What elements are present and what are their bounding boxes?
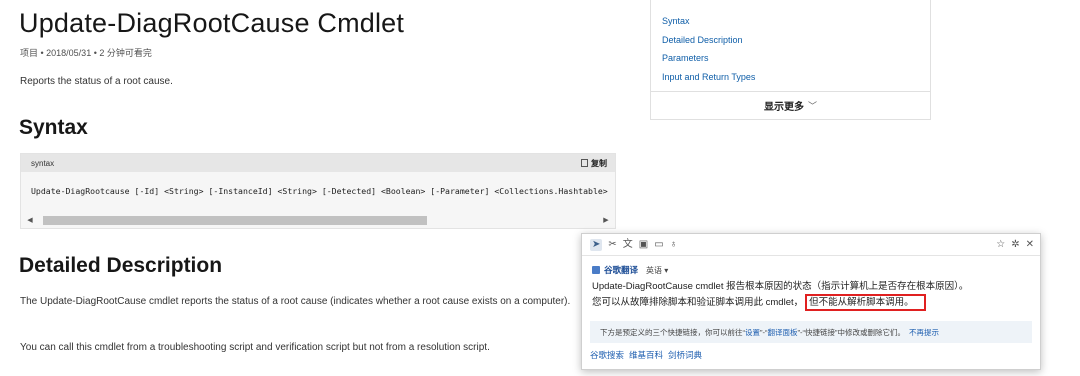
chevron-down-icon: ﹀ — [807, 101, 817, 111]
scroll-track[interactable] — [37, 215, 599, 225]
show-more-label: 显示更多 — [763, 102, 804, 113]
notice-text-1: 下方是预定义的三个快捷链接，你可以前往“ — [600, 327, 745, 337]
toc-item-detailed-description[interactable]: Detailed Description — [662, 31, 930, 50]
scroll-left-icon[interactable]: ◀ — [25, 216, 35, 224]
notice-panel-link[interactable]: 翻译面板 — [768, 327, 798, 338]
quick-link-cambridge-dictionary[interactable]: 剑桥词典 — [668, 349, 702, 361]
syntax-heading: Syntax — [19, 116, 88, 139]
notice-settings-link[interactable]: 设置 — [745, 327, 760, 338]
article-summary: Reports the status of a root cause. — [20, 76, 173, 87]
source-language-select[interactable]: 英语 ▾ — [646, 265, 668, 276]
screen-icon[interactable]: ▣ — [639, 239, 648, 250]
provider-row: 谷歌翻译 英语 ▾ — [592, 264, 1030, 276]
notice-text-2: ”-“ — [760, 327, 768, 337]
popup-toolbar: ➤ ✂ 文 ▣ ▭ ♁ ☆ ✲ ✕ — [582, 234, 1040, 256]
translation-area: 谷歌翻译 英语 ▾ Update-DiagRootCause cmdlet 报告… — [582, 256, 1040, 311]
shortcut-notice: 下方是预定义的三个快捷链接，你可以前往“ 设置 ”-“ 翻译面板 ”-“快捷链接… — [590, 321, 1032, 343]
translation-text: Update-DiagRootCause cmdlet 报告根本原因的状态（指示… — [592, 280, 1030, 311]
notice-text-3: ”-“快捷链接”中修改或删除它们。 — [797, 327, 906, 337]
scroll-right-icon[interactable]: ▶ — [601, 216, 611, 224]
page-title: Update-DiagRootCause Cmdlet — [19, 8, 405, 38]
highlighted-translation: 但不能从解析脚本调用。 — [805, 294, 926, 311]
toc-item-parameters[interactable]: Parameters — [662, 49, 930, 68]
translation-line-2: 您可以从故障排除脚本和验证脚本调用此 cmdlet， 但不能从解析脚本调用。 — [592, 294, 1030, 311]
scroll-thumb[interactable] — [43, 215, 427, 225]
star-icon[interactable]: ☆ — [996, 239, 1005, 250]
code-header: syntax 复制 — [21, 154, 615, 172]
gear-icon[interactable]: ✲ — [1011, 239, 1019, 250]
code-scrollbar[interactable]: ◀ ▶ — [21, 212, 615, 228]
article-meta: 项目 • 2018/05/31 • 2 分钟可看完 — [20, 48, 152, 58]
description-paragraph-1: The Update-DiagRootCause cmdlet reports … — [20, 296, 571, 307]
quick-links: 谷歌搜索 维基百科 剑桥词典 — [582, 343, 1040, 361]
translation-line-2-prefix: 您可以从故障排除脚本和验证脚本调用此 cmdlet， — [592, 297, 804, 308]
description-paragraph-2: You can call this cmdlet from a troubles… — [20, 342, 490, 353]
quick-link-wikipedia[interactable]: 维基百科 — [629, 349, 663, 361]
copy-label: 复制 — [591, 158, 607, 168]
code-block: syntax 复制 Update-DiagRootcause [-Id] <St… — [20, 153, 616, 229]
image-icon[interactable]: ▭ — [654, 239, 663, 250]
detailed-description-heading: Detailed Description — [19, 254, 223, 277]
translation-popup: ➤ ✂ 文 ▣ ▭ ♁ ☆ ✲ ✕ 谷歌翻译 英语 ▾ Update-DiagR… — [581, 233, 1041, 370]
table-of-contents: Syntax Detailed Description Parameters I… — [650, 0, 931, 120]
notice-hide-link[interactable]: 不再提示 — [909, 327, 939, 338]
code-text: Update-DiagRootcause [-Id] <String> [-In… — [31, 186, 608, 196]
toc-item-syntax[interactable]: Syntax — [662, 12, 930, 31]
copy-button[interactable]: 复制 — [579, 157, 607, 169]
code-language-label: syntax — [31, 158, 55, 168]
google-translate-icon — [592, 266, 600, 274]
quick-link-google-search[interactable]: 谷歌搜索 — [590, 349, 624, 361]
translate-icon[interactable]: 文 — [623, 239, 633, 250]
close-icon[interactable]: ✕ — [1026, 239, 1034, 250]
toc-item-input-return-types[interactable]: Input and Return Types — [662, 68, 930, 87]
microphone-icon[interactable]: ♁ — [670, 239, 678, 250]
scissors-icon[interactable]: ✂ — [608, 239, 616, 250]
translation-line-1: Update-DiagRootCause cmdlet 报告根本原因的状态（指示… — [592, 281, 969, 292]
copy-icon — [579, 157, 588, 167]
provider-name: 谷歌翻译 — [604, 265, 639, 275]
pointer-icon[interactable]: ➤ — [590, 238, 603, 251]
show-more-button[interactable]: 显示更多 ﹀ — [651, 91, 930, 119]
